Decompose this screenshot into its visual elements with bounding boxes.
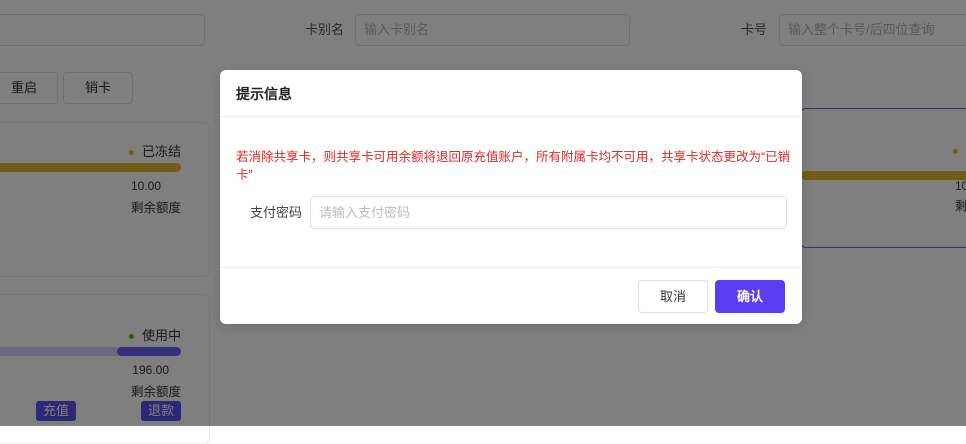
password-label: 支付密码: [249, 205, 302, 220]
confirm-cancel-card-dialog: 提示信息 若消除共享卡，则共享卡可用余额将退回原充值账户，所有附属卡均不可用，共…: [220, 70, 802, 324]
dialog-title: 提示信息: [236, 86, 292, 102]
warning-message: 若消除共享卡，则共享卡可用余额将退回原充值账户，所有附属卡均不可用，共享卡状态更…: [236, 150, 791, 182]
dialog-header-divider: [220, 116, 802, 117]
confirm-button[interactable]: 确认: [715, 280, 785, 313]
cancel-button[interactable]: 取消: [638, 280, 708, 313]
password-input[interactable]: [310, 196, 787, 229]
dialog-footer-divider: [220, 267, 802, 268]
